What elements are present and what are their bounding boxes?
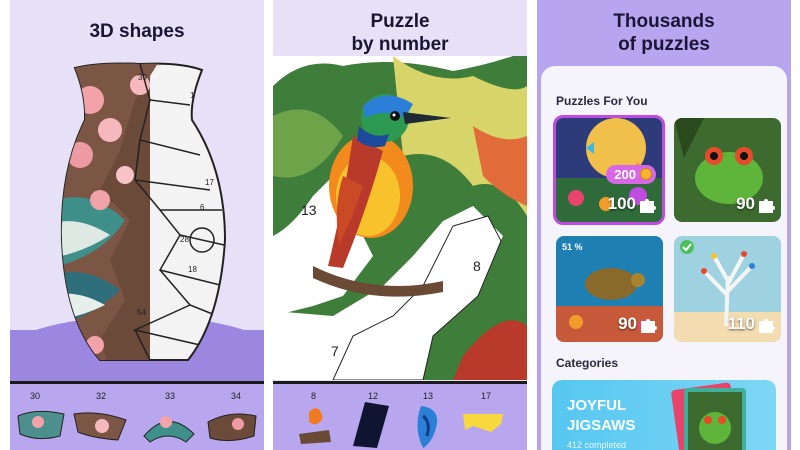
puzzle-piece-icon [759,199,775,213]
puzzle-piece-icon [641,319,657,333]
category-title: JOYFUL JIGSAWS [567,396,635,436]
progress-badge: 51 % [562,242,583,252]
category-thumbnail-stack [671,382,746,450]
vase-number: 17 [205,178,214,187]
piece-count: 110 [727,314,755,333]
tray-number: 13 [423,391,434,401]
vase-number: 6 [200,203,205,212]
puzzle-card-butterflies[interactable]: 200 100 [553,115,665,225]
puzzle-piece[interactable] [413,402,443,448]
vase-number: 18 [188,265,197,274]
vase-number: 39 [138,73,147,82]
puzzle-card-birds-tree[interactable]: 110 [674,236,781,342]
puzzle-piece[interactable] [461,412,505,434]
puzzle-card-turtle[interactable]: 51 % 90 [556,236,663,342]
puzzle-piece[interactable] [206,408,258,444]
tray-number: 12 [368,391,379,401]
piece-count: 90 [736,194,755,213]
vase-puzzle[interactable]: 39 1 17 6 28 18 54 [40,60,240,370]
headline-puzzle-by-number: Puzzle by number [273,10,527,56]
puzzle-piece[interactable] [140,408,196,444]
puzzle-piece[interactable] [72,408,128,444]
puzzle-piece-icon [759,319,775,333]
panel-3d-shapes: 3D shapes 39 1 17 6 28 18 54 30 32 33 34 [10,0,264,450]
puzzle-card-frog[interactable]: 90 [674,118,781,222]
category-subtitle: 412 completed [567,440,627,450]
category-joyful-jigsaws[interactable]: JOYFUL JIGSAWS 412 completed [552,380,776,450]
region-number: 7 [331,343,339,359]
vase-number: 1 [190,91,195,100]
puzzle-piece[interactable] [293,402,337,446]
headline-line-1: Puzzle [370,11,430,32]
region-number: 8 [473,258,481,274]
piece-tray: 8 12 13 17 [273,381,527,450]
tray-number: 8 [311,391,317,401]
headline-3d-shapes: 3D shapes [89,21,185,42]
tray-number: 17 [481,391,492,401]
tray-number: 30 [30,391,41,401]
tray-number: 32 [96,391,107,401]
headline-thousands-of-puzzles: Thousands of puzzles [537,10,791,56]
headline-line-2: by number [351,34,449,55]
coin-icon [640,168,652,180]
panel-thousands-of-puzzles: Thousands of puzzles Puzzles For You 200… [537,0,791,450]
category-title-line-1: JOYFUL [567,397,627,414]
tray-number: 33 [165,391,176,401]
region-number: 13 [301,202,317,218]
piece-count: 90 [618,314,637,333]
vase-number: 28 [180,235,189,244]
category-title-line-2: JIGSAWS [567,417,636,434]
vase-number: 54 [137,308,146,317]
tray-number: 34 [231,391,242,401]
completed-check-icon [680,240,694,254]
coin-price-badge: 200 [606,165,656,184]
coin-price: 200 [614,167,636,182]
puzzle-piece[interactable] [16,408,68,442]
puzzle-piece-icon [640,199,656,213]
piece-count: 100 [607,194,636,213]
puzzle-piece[interactable] [349,402,393,448]
piece-tray: 30 32 33 34 [10,381,264,450]
panel-puzzle-by-number: Puzzle by number 13 8 7 8 12 13 17 [273,0,527,450]
section-puzzles-for-you: Puzzles For You [556,94,648,108]
headline-line-2: of puzzles [618,34,710,55]
headline-line-1: Thousands [613,11,715,32]
bird-puzzle-canvas[interactable] [273,56,527,380]
section-categories: Categories [556,356,619,370]
